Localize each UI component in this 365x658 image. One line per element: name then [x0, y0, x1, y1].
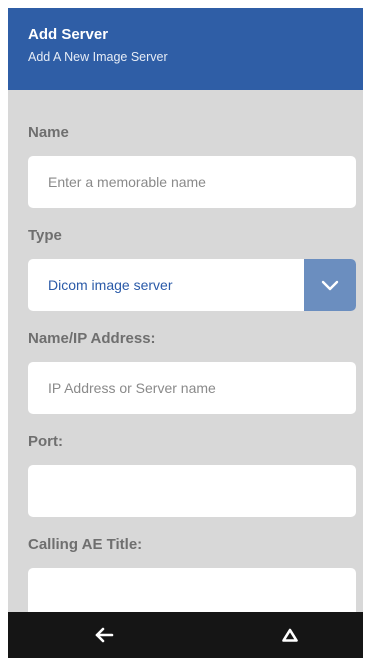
calling-ae-input[interactable]: [48, 586, 336, 602]
app-header: Add Server Add A New Image Server: [8, 8, 363, 90]
type-label: Type: [28, 227, 62, 244]
port-label: Port:: [28, 433, 63, 450]
screen: Add Server Add A New Image Server Name T…: [0, 0, 365, 658]
arrow-left-icon: [95, 627, 114, 643]
form-content: Name Type Dicom image server Name/IP Add…: [8, 90, 363, 612]
port-input[interactable]: [48, 483, 336, 499]
address-field-container: [28, 362, 356, 414]
address-input[interactable]: [48, 380, 336, 396]
calling-ae-field-container: [28, 568, 356, 612]
navigation-bar: [8, 612, 363, 658]
home-button[interactable]: [279, 625, 301, 645]
page-subtitle: Add A New Image Server: [28, 50, 168, 64]
back-button[interactable]: [93, 625, 115, 645]
address-label: Name/IP Address:: [28, 330, 156, 347]
type-select[interactable]: Dicom image server: [28, 259, 356, 311]
calling-ae-label: Calling AE Title:: [28, 536, 143, 553]
page-title: Add Server: [28, 26, 109, 43]
port-field-container: [28, 465, 356, 517]
name-label: Name: [28, 124, 69, 141]
type-selected-value: Dicom image server: [48, 277, 173, 293]
chevron-down-icon: [321, 280, 339, 291]
name-input[interactable]: [48, 174, 336, 190]
name-field-container: [28, 156, 356, 208]
triangle-home-icon: [282, 628, 298, 642]
type-dropdown-button[interactable]: [304, 259, 356, 311]
